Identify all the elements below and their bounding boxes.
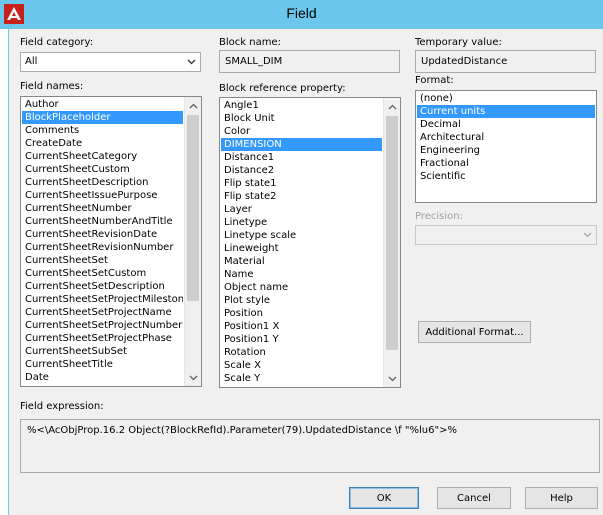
field-expression-field[interactable]: %<\AcObjProp.16.2 Object(?BlockRefId).Pa… [20,419,600,473]
block-name-field: SMALL_DIM [219,50,400,73]
field-name-item[interactable]: CurrentSheetSetProjectName [22,306,183,319]
block-reference-property-item[interactable]: Block Unit [221,112,382,125]
block-reference-property-item[interactable]: Flip state2 [221,190,382,203]
field-name-item[interactable]: CurrentSheetTitle [22,358,183,371]
block-reference-property-item[interactable]: Position1 X [221,320,382,333]
field-name-item[interactable]: CurrentSheetRevisionNumber [22,241,183,254]
block-reference-property-item[interactable]: Position [221,307,382,320]
field-names-list[interactable]: Author BlockPlaceholder Comments CreateDate… [20,96,202,387]
cancel-button[interactable]: Cancel [437,487,511,509]
format-item[interactable]: Decimal [417,118,595,131]
scroll-up-icon[interactable] [384,98,400,115]
block-reference-scrollbar[interactable] [383,98,400,387]
field-name-item[interactable]: CurrentSheetNumber [22,202,183,215]
block-reference-property-item[interactable]: Distance2 [221,164,382,177]
title-bar[interactable]: Field [0,0,603,29]
help-button[interactable]: Help [525,487,598,509]
field-names-label: Field names: [20,81,84,92]
field-name-item[interactable]: Date [22,371,183,384]
block-reference-property-item[interactable]: Angle1 [221,99,382,112]
field-name-item[interactable]: CreateDate [22,137,183,150]
block-reference-property-item[interactable]: Lineweight [221,242,382,255]
format-item[interactable]: Architectural [417,131,595,144]
block-reference-property-item[interactable]: Linetype [221,216,382,229]
format-label: Format: [415,75,454,86]
block-reference-property-item[interactable]: Scale X [221,359,382,372]
field-name-item[interactable]: CurrentSheetCategory [22,150,183,163]
ok-button[interactable]: OK [349,487,419,509]
scroll-down-icon[interactable] [384,370,400,387]
field-category-label: Field category: [20,37,94,48]
block-reference-property-item[interactable]: DIMENSION [221,138,382,151]
scroll-thumb[interactable] [386,116,398,350]
field-names-scrollbar[interactable] [184,97,201,386]
temporary-value-label: Temporary value: [415,37,502,48]
format-item[interactable]: Engineering [417,144,595,157]
field-name-item[interactable]: Author [22,98,183,111]
block-reference-property-item[interactable]: Distance1 [221,151,382,164]
scroll-up-icon[interactable] [185,97,201,114]
field-name-item[interactable]: Comments [22,124,183,137]
additional-format-button[interactable]: Additional Format... [418,321,531,343]
chevron-down-icon[interactable] [183,53,200,71]
format-list[interactable]: (none) Current units Decimal Architectural E… [415,90,597,203]
field-name-item[interactable]: CurrentSheetCustom [22,163,183,176]
block-reference-property-item[interactable]: Object name [221,281,382,294]
block-reference-property-item[interactable]: Flip state1 [221,177,382,190]
field-name-item[interactable]: CurrentSheetSetCustom [22,267,183,280]
format-item[interactable]: Current units [417,105,595,118]
block-reference-property-item[interactable]: Name [221,268,382,281]
scroll-down-icon[interactable] [185,369,201,386]
temporary-value-field: UpdatedDistance [415,50,596,73]
field-name-item[interactable]: BlockPlaceholder [22,111,183,124]
field-category-dropdown[interactable]: All [20,52,201,72]
block-name-label: Block name: [219,37,281,48]
block-name-value: SMALL_DIM [225,56,283,67]
field-name-item[interactable]: CurrentSheetRevisionDate [22,228,183,241]
temporary-value-value: UpdatedDistance [421,56,508,67]
field-name-item[interactable]: CurrentSheetSet [22,254,183,267]
block-reference-property-item[interactable]: Position1 Y [221,333,382,346]
window-title: Field [286,5,317,21]
field-name-item[interactable]: CurrentSheetSetProjectPhase [22,332,183,345]
block-reference-property-item[interactable]: Layer [221,203,382,216]
field-name-item[interactable]: CurrentSheetSetProjectNumber [22,319,183,332]
block-reference-property-item[interactable]: Scale Y [221,372,382,385]
scroll-thumb[interactable] [187,115,199,301]
field-name-item[interactable]: CurrentSheetDescription [22,176,183,189]
chevron-down-icon[interactable] [579,226,596,244]
block-reference-property-list[interactable]: Angle1 Block Unit Color DIMENSION Distance1 D… [219,97,401,388]
block-reference-property-item[interactable]: Linetype scale [221,229,382,242]
format-item[interactable]: Fractional [417,157,595,170]
precision-label: Precision: [415,211,463,222]
field-expression-label: Field expression: [20,401,104,412]
block-reference-property-item[interactable]: Plot style [221,294,382,307]
block-reference-property-label: Block reference property: [219,83,346,94]
precision-dropdown[interactable] [415,225,597,245]
field-name-item[interactable]: CurrentSheetSubSet [22,345,183,358]
format-item[interactable]: Scientific [417,170,595,183]
format-item[interactable]: (none) [417,92,595,105]
field-expression-value: %<\AcObjProp.16.2 Object(?BlockRefId).Pa… [27,425,457,436]
block-reference-property-item[interactable]: Rotation [221,346,382,359]
field-name-item[interactable]: CurrentSheetSetDescription [22,280,183,293]
block-reference-property-item[interactable]: Color [221,125,382,138]
dialog-body: Field category: All Field names: Author B… [8,29,603,515]
field-category-value: All [25,56,38,67]
field-name-item[interactable]: CurrentSheetIssuePurpose [22,189,183,202]
block-reference-property-item[interactable]: Material [221,255,382,268]
field-name-item[interactable]: CurrentSheetSetProjectMilestone [22,293,183,306]
field-name-item[interactable]: CurrentSheetNumberAndTitle [22,215,183,228]
